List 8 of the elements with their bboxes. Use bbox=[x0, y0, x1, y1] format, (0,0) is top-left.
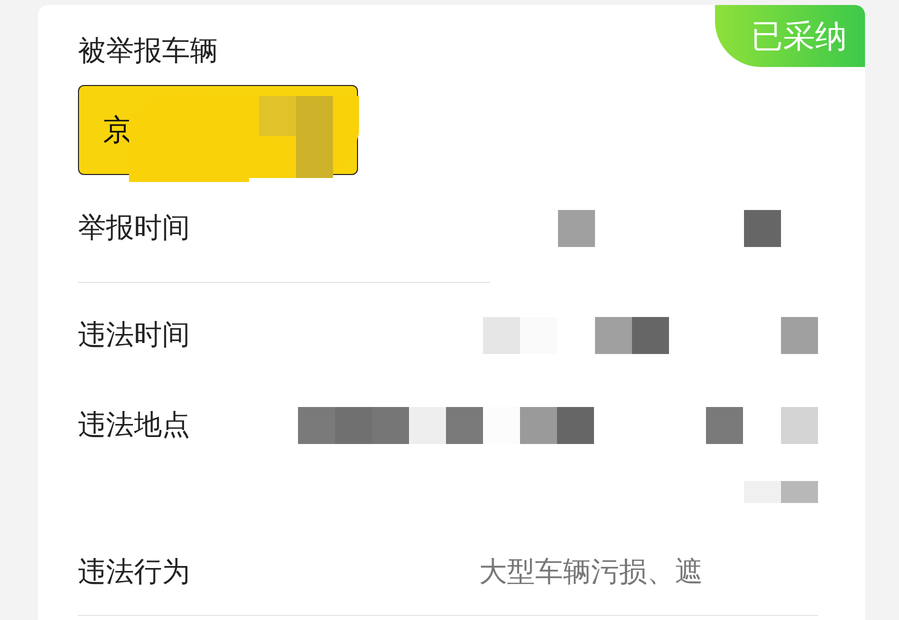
field-label: 违法时间 bbox=[78, 317, 190, 353]
field-label: 违法地点 bbox=[78, 407, 190, 443]
field-value: 大型车辆污损、遮 bbox=[479, 554, 703, 590]
plate-prefix: 京 bbox=[102, 112, 133, 150]
field-label: 违法行为 bbox=[78, 554, 190, 590]
field-label: 举报时间 bbox=[78, 210, 190, 246]
status-badge: 已采纳 bbox=[715, 5, 865, 67]
section-title: 被举报车辆 bbox=[78, 33, 218, 69]
